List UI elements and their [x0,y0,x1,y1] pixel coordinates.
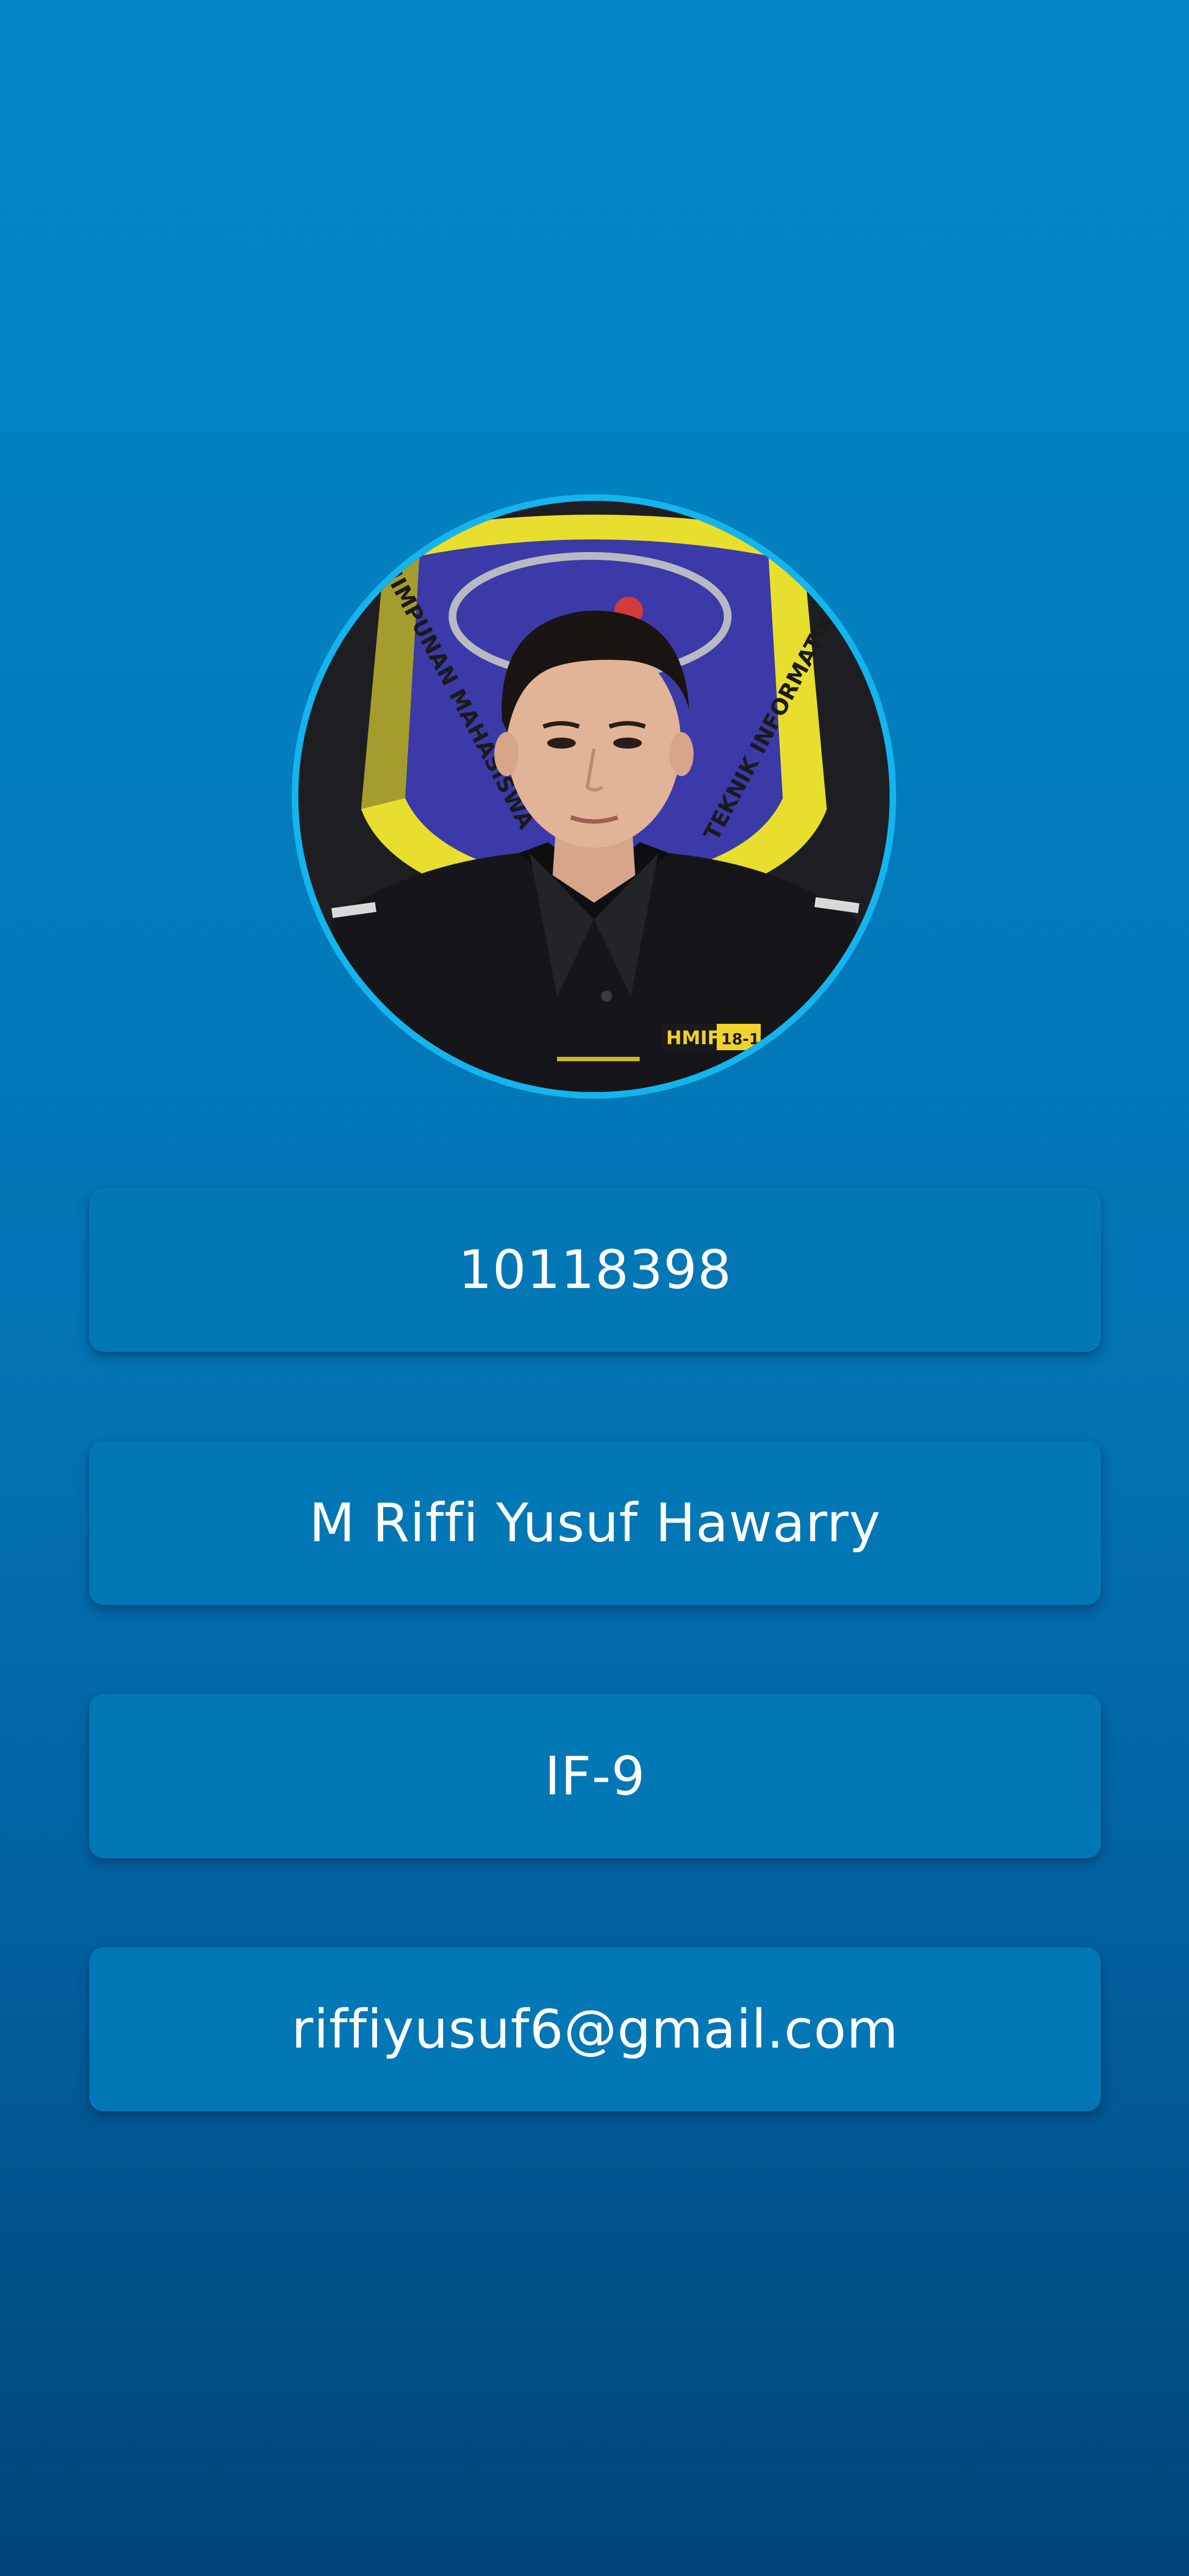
shirt-patch-text: HMIF [666,1027,720,1049]
profile-photo-ring: HIMPUNAN MAHASISWA TEKNIK INFORMATIKA HM… [292,494,896,1099]
name-text: M Riffi Yusuf Hawarry [309,1492,881,1554]
class-text: IF-9 [544,1745,646,1807]
name-card: M Riffi Yusuf Hawarry [89,1441,1101,1605]
class-card: IF-9 [89,1694,1101,1858]
profile-photo: HIMPUNAN MAHASISWA TEKNIK INFORMATIKA HM… [298,501,890,1092]
nim-text: 10118398 [458,1239,732,1301]
nim-card: 10118398 [89,1188,1101,1352]
email-card: riffiyusuf6@gmail.com [89,1947,1101,2111]
shirt-patch-number: 18-19 [721,1030,771,1048]
email-text: riffiyusuf6@gmail.com [291,1999,899,2060]
profile-photo-illustration: HIMPUNAN MAHASISWA TEKNIK INFORMATIKA HM… [298,501,890,1092]
